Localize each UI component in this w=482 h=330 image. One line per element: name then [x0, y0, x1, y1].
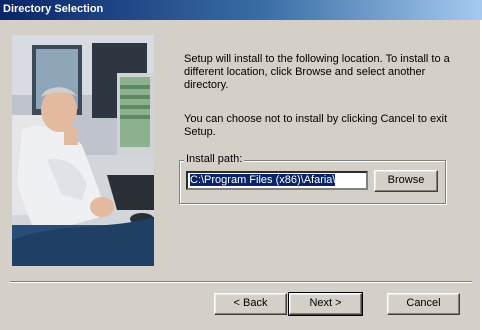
next-button[interactable]: Next >	[288, 292, 363, 316]
install-path-input[interactable]: C:\Program Files (x86)\Afaria\	[186, 171, 368, 190]
divider	[10, 281, 472, 283]
cancel-button[interactable]: Cancel	[387, 293, 460, 315]
install-path-value: C:\Program Files (x86)\Afaria\	[190, 174, 336, 186]
browse-button[interactable]: Browse	[374, 170, 438, 192]
title-bar[interactable]: Directory Selection	[0, 0, 482, 20]
window-title: Directory Selection	[3, 3, 104, 15]
install-path-label: Install path:	[184, 153, 245, 165]
man-at-computer-image	[12, 35, 154, 266]
cancel-message: You can choose not to install by clickin…	[184, 113, 448, 138]
back-button[interactable]: < Back	[214, 293, 287, 315]
install-location-message: Setup will install to the following loca…	[184, 53, 450, 91]
setup-illustration	[12, 35, 154, 266]
